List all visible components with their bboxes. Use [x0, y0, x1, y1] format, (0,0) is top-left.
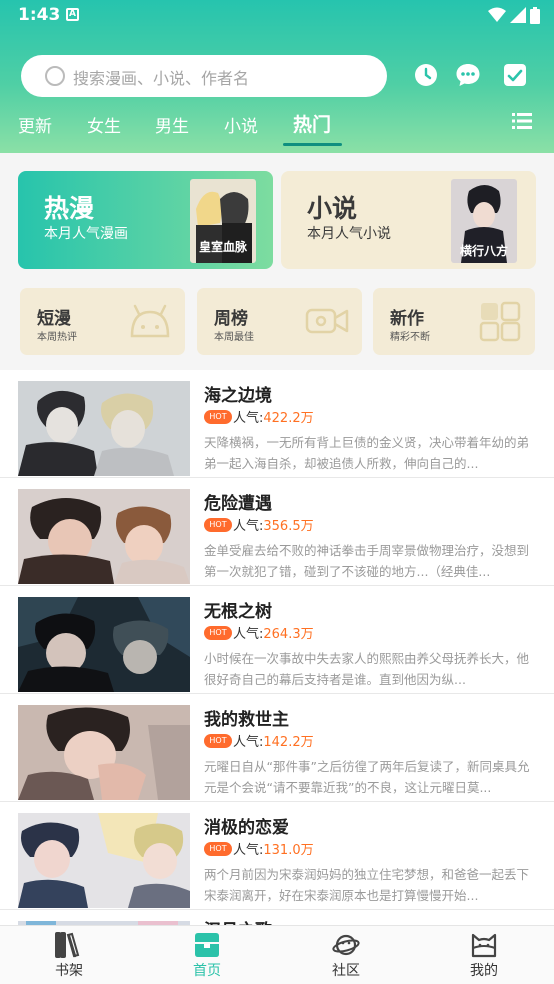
popularity-label: 人气: — [233, 519, 264, 534]
list-item[interactable]: 海之边境 HOT 人气:422.2万 天降横祸，一无所有背上巨债的金义贤，决心带… — [0, 370, 554, 478]
notification-a-icon: A — [66, 8, 79, 21]
nav-bookshelf[interactable]: 书架 — [29, 926, 109, 984]
comic-description: 天降横祸，一无所有背上巨债的金义贤，决心带着年幼的弟弟一起入海自杀，却被追债人所… — [204, 435, 530, 471]
comic-cover-image — [18, 597, 190, 692]
video-camera-icon — [305, 308, 349, 334]
search-bar[interactable]: 搜索漫画、小说、作者名 — [21, 55, 387, 97]
featured-title: 小说 — [307, 194, 358, 223]
top-header: 1:43 A 搜索漫画、小说、作者名 更新 女生 男生 小说 热门 — [0, 0, 554, 153]
featured-subtitle: 本月人气漫画 — [44, 226, 128, 242]
featured-cover-image: 皇室血脉 — [190, 179, 256, 263]
featured-novels-card[interactable]: 小说 本月人气小说 横行八方 — [281, 171, 536, 269]
popularity-value: 422.2万 — [263, 411, 314, 426]
popularity-value: 356.5万 — [263, 519, 314, 534]
popularity-label: 人气: — [233, 843, 264, 858]
category-title: 新作 — [390, 309, 424, 329]
list-item[interactable]: 危险遭遇 HOT 人气:356.5万 金单受雇去给不败的神话拳击手周宰景做物理治… — [0, 478, 554, 586]
comic-cover-image — [18, 813, 190, 908]
tab-novels[interactable]: 小说 — [224, 112, 258, 137]
menu-list-icon[interactable] — [512, 112, 532, 130]
status-icons — [488, 6, 540, 24]
nav-community[interactable]: 社区 — [306, 926, 386, 984]
grid-squares-icon — [479, 301, 521, 342]
weekly-chart-card[interactable]: 周榜 本周最佳 — [197, 288, 362, 355]
status-time: 1:43 — [18, 5, 61, 25]
popularity-value: 264.3万 — [263, 627, 314, 642]
battery-icon — [530, 6, 540, 24]
popularity-label: 人气: — [233, 627, 264, 642]
featured-title: 热漫 — [44, 194, 95, 223]
search-icon — [45, 66, 65, 86]
popularity: 人气:131.0万 — [233, 839, 314, 858]
popularity-label: 人气: — [233, 411, 264, 426]
hot-badge: HOT — [204, 518, 232, 532]
nav-label: 首页 — [193, 963, 221, 979]
comic-cover-image — [18, 381, 190, 476]
category-subtitle: 精彩不断 — [390, 332, 430, 343]
list-item[interactable]: 无根之树 HOT 人气:264.3万 小时候在一次事故中失去家人的熙熙由养父母抚… — [0, 586, 554, 694]
featured-hot-comics-card[interactable]: 热漫 本月人气漫画 皇室血脉 — [18, 171, 273, 269]
featured-cover-image: 横行八方 — [451, 179, 517, 263]
nav-home[interactable]: 首页 — [167, 926, 247, 984]
checklist-icon[interactable] — [502, 62, 528, 88]
comic-cover-image — [18, 489, 190, 584]
category-subtitle: 本周最佳 — [214, 332, 254, 343]
hot-badge: HOT — [204, 842, 232, 856]
wifi-icon — [488, 7, 506, 22]
status-bar: 1:43 A — [0, 0, 554, 32]
category-subtitle: 本周热评 — [37, 332, 77, 343]
popularity: 人气:422.2万 — [233, 407, 314, 426]
tab-updates[interactable]: 更新 — [18, 112, 52, 137]
popularity-label: 人气: — [233, 735, 264, 750]
nav-label: 书架 — [55, 963, 83, 979]
list-item[interactable]: 我的救世主 HOT 人气:142.2万 元曜日自从“那件事”之后彷徨了两年后复读… — [0, 694, 554, 802]
cover-title-text: 横行八方 — [460, 243, 508, 258]
popularity: 人气:142.2万 — [233, 731, 314, 750]
comic-description: 小时候在一次事故中失去家人的熙熙由养父母抚养长大，他很好奇自己的幕后支持者是谁。… — [204, 651, 530, 687]
cat-face-icon — [471, 933, 497, 958]
tab-female[interactable]: 女生 — [87, 112, 121, 137]
popularity: 人气:356.5万 — [233, 515, 314, 534]
android-face-icon — [130, 304, 170, 338]
message-bubble-icon[interactable] — [455, 62, 481, 88]
nav-label: 社区 — [332, 963, 360, 979]
search-placeholder: 搜索漫画、小说、作者名 — [73, 69, 250, 88]
home-icon — [195, 933, 219, 957]
active-tab-indicator — [283, 143, 342, 146]
comic-title: 海之边境 — [204, 386, 272, 406]
hot-badge: HOT — [204, 626, 232, 640]
cover-title-text: 皇室血脉 — [199, 239, 248, 254]
featured-subtitle: 本月人气小说 — [307, 226, 391, 242]
comic-title: 我的救世主 — [204, 710, 289, 730]
category-title: 短漫 — [37, 309, 71, 329]
comic-title: 无根之树 — [204, 602, 272, 622]
comic-description: 元曜日自从“那件事”之后彷徨了两年后复读了，新同桌具允元是个会说“请不要靠近我”… — [204, 759, 530, 795]
category-title: 周榜 — [214, 309, 248, 329]
comic-title: 消极的恋爱 — [204, 818, 289, 838]
hot-badge: HOT — [204, 734, 232, 748]
history-clock-icon[interactable] — [413, 62, 439, 88]
signal-icon — [510, 7, 526, 23]
comic-cover-image — [18, 705, 190, 800]
bookshelf-icon — [55, 932, 80, 958]
new-works-card[interactable]: 新作 精彩不断 — [373, 288, 535, 355]
category-tabs: 更新 女生 男生 小说 热门 — [0, 108, 554, 148]
short-comics-card[interactable]: 短漫 本周热评 — [20, 288, 185, 355]
tab-popular[interactable]: 热门 — [293, 110, 331, 137]
bottom-navigation: 书架 首页 社区 我的 — [0, 925, 554, 984]
popularity-value: 142.2万 — [263, 735, 314, 750]
nav-profile[interactable]: 我的 — [444, 926, 524, 984]
comic-title: 危险遭遇 — [204, 494, 272, 514]
nav-label: 我的 — [470, 963, 498, 979]
popularity: 人气:264.3万 — [233, 623, 314, 642]
planet-icon — [332, 934, 360, 956]
tab-male[interactable]: 男生 — [155, 112, 189, 137]
hot-badge: HOT — [204, 410, 232, 424]
popularity-value: 131.0万 — [263, 843, 314, 858]
comic-description: 金单受雇去给不败的神话拳击手周宰景做物理治疗，没想到第一次就犯了错，碰到了不该碰… — [204, 543, 530, 579]
list-item[interactable]: 消极的恋爱 HOT 人气:131.0万 两个月前因为宋泰润妈妈的独立住宅梦想，和… — [0, 802, 554, 910]
comic-description: 两个月前因为宋泰润妈妈的独立住宅梦想，和爸爸一起丢下宋泰润离开，好在宋泰润原本也… — [204, 867, 530, 903]
